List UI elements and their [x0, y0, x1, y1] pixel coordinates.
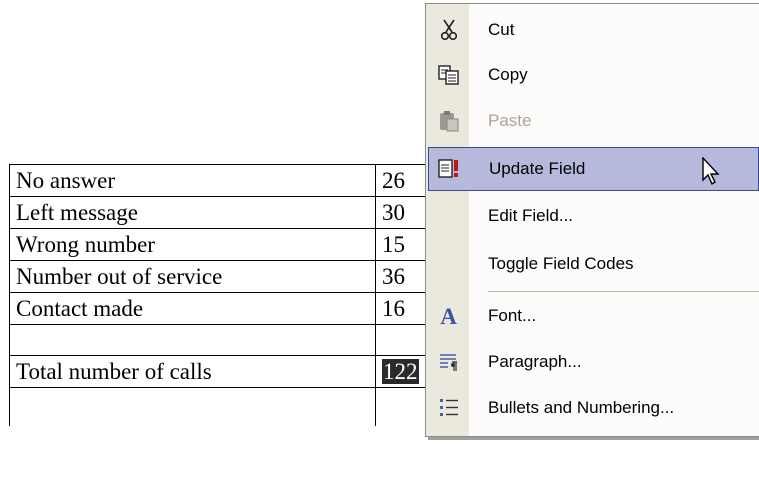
menu-separator — [488, 291, 759, 292]
row-label[interactable]: No answer — [9, 164, 376, 197]
blank-icon — [428, 242, 469, 286]
menu-item-update-field[interactable]: Update Field — [428, 147, 759, 191]
row-label[interactable]: Number out of service — [9, 260, 376, 293]
row-label[interactable]: Total number of calls — [9, 355, 376, 388]
bullets-icon — [428, 386, 469, 430]
scissors-icon — [428, 8, 469, 52]
context-menu: Cut Copy Paste Update Field Edit Field..… — [425, 3, 759, 437]
menu-item-label: Font... — [488, 306, 537, 325]
font-icon: A — [428, 294, 469, 338]
menu-item-label: Paragraph... — [488, 352, 582, 371]
menu-item-copy[interactable]: Copy — [428, 53, 759, 97]
row-label[interactable] — [9, 387, 376, 426]
menu-item-bullets-numbering[interactable]: Bullets and Numbering... — [428, 386, 759, 430]
selected-field-value[interactable]: 122 — [382, 358, 419, 384]
menu-item-font[interactable]: A Font... — [428, 294, 759, 338]
menu-item-paragraph[interactable]: Paragraph... — [428, 340, 759, 384]
menu-item-label: Paste — [488, 111, 532, 130]
mouse-pointer-icon — [701, 156, 723, 192]
menu-item-label: Copy — [488, 65, 528, 84]
menu-item-label: Edit Field... — [488, 206, 574, 225]
menu-item-toggle-field-codes[interactable]: Toggle Field Codes — [428, 242, 759, 286]
menu-item-paste[interactable]: Paste — [428, 99, 759, 143]
menu-item-label: Cut — [488, 20, 515, 39]
menu-item-label: Update Field — [489, 159, 586, 178]
menu-item-label: Bullets and Numbering... — [488, 398, 675, 417]
font-glyph: A — [440, 303, 457, 329]
row-label[interactable] — [9, 324, 376, 356]
row-label[interactable]: Left message — [9, 196, 376, 229]
copy-icon — [428, 53, 469, 97]
row-label[interactable]: Wrong number — [9, 228, 376, 261]
paste-icon — [428, 99, 469, 143]
blank-icon — [428, 194, 469, 238]
menu-item-label: Toggle Field Codes — [488, 254, 634, 273]
update-field-icon — [429, 147, 470, 191]
menu-item-cut[interactable]: Cut — [428, 8, 759, 52]
paragraph-icon — [428, 340, 469, 384]
menu-item-edit-field[interactable]: Edit Field... — [428, 194, 759, 238]
row-label[interactable]: Contact made — [9, 292, 376, 325]
